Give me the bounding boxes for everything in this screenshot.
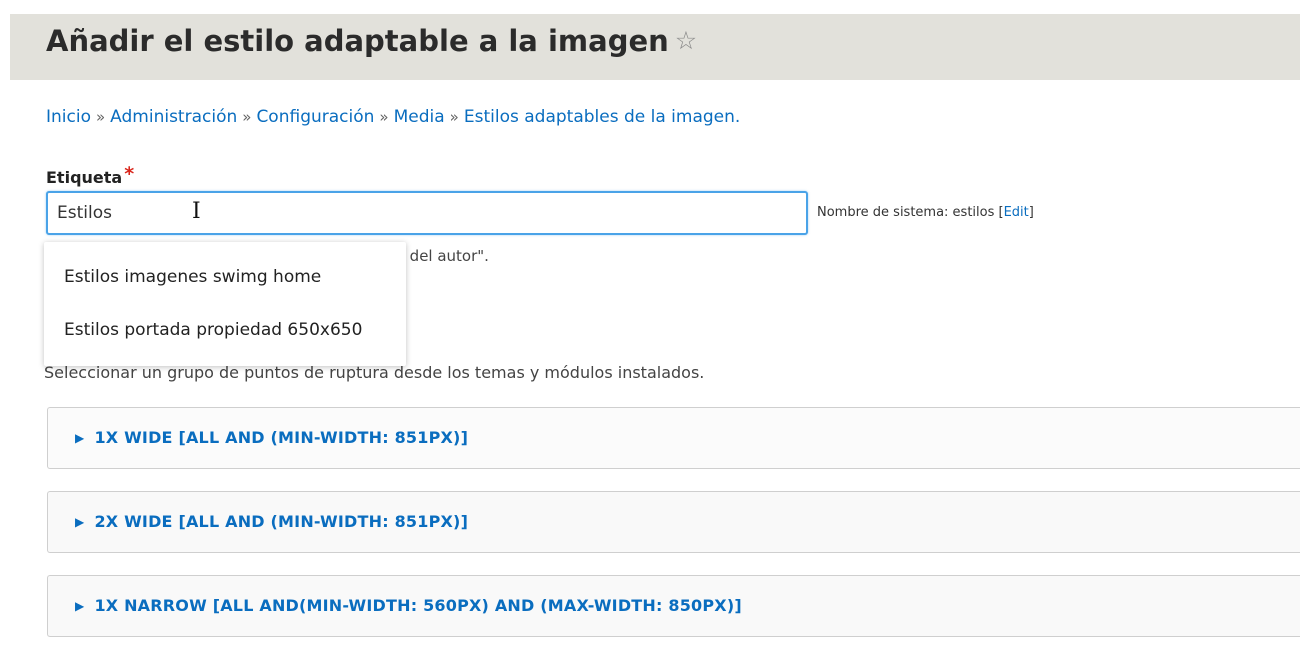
breadcrumb-link-estilos-adaptables[interactable]: Estilos adaptables de la imagen. — [464, 107, 740, 127]
breadcrumb-link-inicio[interactable]: Inicio — [46, 107, 91, 127]
label-input-value[interactable]: Estilos — [57, 203, 112, 223]
machine-name-edit-link[interactable]: Edit — [1004, 205, 1029, 220]
breakpoint-details[interactable]: ▶ 1X NARROW [ALL AND(MIN-WIDTH: 560PX) AN… — [47, 575, 1300, 637]
breadcrumb-link-configuracion[interactable]: Configuración — [256, 107, 374, 127]
machine-name: Nombre de sistema: estilos [Edit] — [817, 205, 1034, 220]
breakpoint-summary[interactable]: ▶ 1X WIDE [ALL AND (MIN-WIDTH: 851PX)] — [75, 428, 468, 447]
page-title: Añadir el estilo adaptable a la imagen ☆ — [46, 24, 697, 58]
breakpoint-summary[interactable]: ▶ 2X WIDE [ALL AND (MIN-WIDTH: 851PX)] — [75, 512, 468, 531]
breadcrumb-link-administracion[interactable]: Administración — [110, 107, 237, 127]
breadcrumb-separator: » — [379, 108, 389, 126]
breadcrumb-link-media[interactable]: Media — [394, 107, 445, 127]
star-icon[interactable]: ☆ — [675, 26, 697, 55]
label-field-label: Etiqueta * — [46, 163, 134, 187]
autocomplete-dropdown: Estilos imagenes swimg home Estilos port… — [44, 242, 406, 366]
breakpoint-summary-label: 2X WIDE [ALL AND (MIN-WIDTH: 851PX)] — [94, 512, 469, 531]
label-field-label-text: Etiqueta — [46, 168, 123, 187]
machine-name-suffix: ] — [1028, 205, 1034, 220]
label-input[interactable]: Estilos I — [46, 191, 808, 235]
machine-name-prefix: Nombre de sistema: estilos [ — [817, 205, 1004, 220]
breadcrumb-separator: » — [242, 108, 252, 126]
autocomplete-option[interactable]: Estilos imagenes swimg home — [64, 267, 321, 287]
required-mark: * — [124, 163, 135, 185]
page-title-text: Añadir el estilo adaptable a la imagen — [46, 24, 669, 58]
expand-triangle-icon: ▶ — [75, 599, 85, 613]
breadcrumb: Inicio» Administración» Configuración» Medi… — [46, 107, 740, 127]
expand-triangle-icon: ▶ — [75, 515, 85, 529]
breakpoint-details[interactable]: ▶ 1X WIDE [ALL AND (MIN-WIDTH: 851PX)] — [47, 407, 1300, 469]
breakpoint-summary[interactable]: ▶ 1X NARROW [ALL AND(MIN-WIDTH: 560PX) AN… — [75, 596, 742, 615]
text-cursor-icon: I — [192, 199, 201, 224]
title-bar: Añadir el estilo adaptable a la imagen ☆ — [10, 14, 1300, 80]
autocomplete-option[interactable]: Estilos portada propiedad 650x650 — [64, 320, 362, 340]
breadcrumb-separator: » — [449, 108, 459, 126]
breakpoint-summary-label: 1X WIDE [ALL AND (MIN-WIDTH: 851PX)] — [94, 428, 469, 447]
breakpoint-details[interactable]: ▶ 2X WIDE [ALL AND (MIN-WIDTH: 851PX)] — [47, 491, 1300, 553]
breakpoint-summary-label: 1X NARROW [ALL AND(MIN-WIDTH: 560PX) AND… — [94, 596, 742, 615]
breadcrumb-separator: » — [95, 108, 106, 126]
expand-triangle-icon: ▶ — [75, 431, 85, 445]
page: Añadir el estilo adaptable a la imagen ☆ … — [0, 0, 1300, 657]
